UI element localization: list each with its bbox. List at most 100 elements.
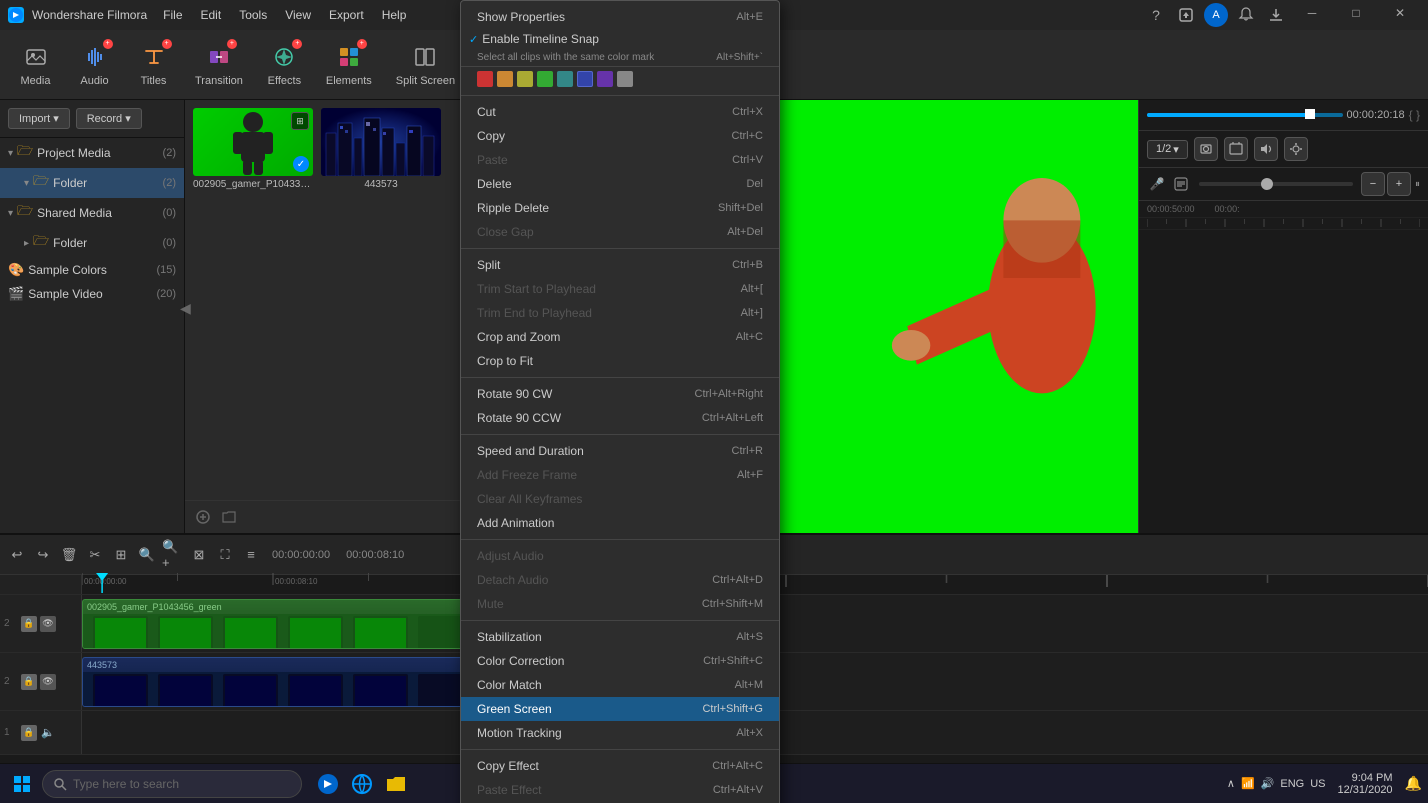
paste-shortcut: Ctrl+V	[732, 154, 763, 166]
rotate-cw-shortcut: Ctrl+Alt+Right	[695, 388, 763, 400]
clear-keyframes-label: Clear All Keyframes	[477, 492, 582, 506]
mute-label: Mute	[477, 597, 504, 611]
ctx-detach-audio: Detach Audio Ctrl+Alt+D	[461, 568, 779, 592]
ctx-color-correction[interactable]: Color Correction Ctrl+Shift+C	[461, 649, 779, 673]
motion-tracking-shortcut: Alt+X	[736, 727, 763, 739]
ctx-color-marks-row: Select all clips with the same color mar…	[461, 49, 779, 67]
rotate-ccw-shortcut: Ctrl+Alt+Left	[702, 412, 763, 424]
color-match-shortcut: Alt+M	[735, 679, 763, 691]
ctx-paste: Paste Ctrl+V	[461, 148, 779, 172]
trim-end-label: Trim End to Playhead	[477, 306, 592, 320]
swatch-orange[interactable]	[497, 71, 513, 87]
color-marks-label: Select all clips with the same color mar…	[477, 52, 654, 63]
copy-effect-label: Copy Effect	[477, 759, 539, 773]
ctx-paste-effect: Paste Effect Ctrl+Alt+V	[461, 778, 779, 802]
ctx-sep-2	[461, 248, 779, 249]
ctx-add-freeze: Add Freeze Frame Alt+F	[461, 463, 779, 487]
color-marks-shortcut: Alt+Shift+`	[716, 52, 763, 63]
color-swatches-row	[461, 67, 779, 91]
ripple-delete-label: Ripple Delete	[477, 201, 549, 215]
green-screen-shortcut: Ctrl+Shift+G	[702, 703, 763, 715]
ctx-enable-snap[interactable]: ✓ Enable Timeline Snap	[469, 32, 599, 46]
ripple-delete-shortcut: Shift+Del	[718, 202, 763, 214]
ctx-rotate-ccw[interactable]: Rotate 90 CCW Ctrl+Alt+Left	[461, 406, 779, 430]
paste-effect-label: Paste Effect	[477, 783, 541, 797]
ctx-adjust-audio: Adjust Audio	[461, 544, 779, 568]
snap-checkmark: ✓	[469, 33, 478, 46]
ctx-sep-4	[461, 434, 779, 435]
delete-label: Delete	[477, 177, 512, 191]
ctx-sep-3	[461, 377, 779, 378]
ctx-motion-tracking[interactable]: Motion Tracking Alt+X	[461, 721, 779, 745]
ctx-cut[interactable]: Cut Ctrl+X	[461, 100, 779, 124]
copy-shortcut: Ctrl+C	[732, 130, 763, 142]
ctx-delete[interactable]: Delete Del	[461, 172, 779, 196]
ctx-stabilization[interactable]: Stabilization Alt+S	[461, 625, 779, 649]
swatch-red[interactable]	[477, 71, 493, 87]
context-menu: Show Properties Alt+E ✓ Enable Timeline …	[460, 0, 780, 803]
ctx-add-animation[interactable]: Add Animation	[461, 511, 779, 535]
ctx-copy-effect[interactable]: Copy Effect Ctrl+Alt+C	[461, 754, 779, 778]
split-shortcut: Ctrl+B	[732, 259, 763, 271]
trim-end-shortcut: Alt+]	[741, 307, 763, 319]
add-freeze-shortcut: Alt+F	[737, 469, 763, 481]
ctx-sep-6	[461, 620, 779, 621]
detach-audio-label: Detach Audio	[477, 573, 548, 587]
delete-shortcut: Del	[746, 178, 763, 190]
close-gap-shortcut: Alt+Del	[727, 226, 763, 238]
color-correction-label: Color Correction	[477, 654, 564, 668]
adjust-audio-label: Adjust Audio	[477, 549, 544, 563]
swatch-gray[interactable]	[617, 71, 633, 87]
ctx-color-match[interactable]: Color Match Alt+M	[461, 673, 779, 697]
close-gap-label: Close Gap	[477, 225, 534, 239]
stabilization-label: Stabilization	[477, 630, 542, 644]
swatch-green[interactable]	[537, 71, 553, 87]
cut-shortcut: Ctrl+X	[732, 106, 763, 118]
mute-shortcut: Ctrl+Shift+M	[702, 598, 763, 610]
motion-tracking-label: Motion Tracking	[477, 726, 562, 740]
add-freeze-label: Add Freeze Frame	[477, 468, 577, 482]
crop-zoom-label: Crop and Zoom	[477, 330, 560, 344]
enable-snap-label: Enable Timeline Snap	[482, 32, 599, 46]
copy-effect-shortcut: Ctrl+Alt+C	[712, 760, 763, 772]
ctx-close-gap: Close Gap Alt+Del	[461, 220, 779, 244]
ctx-sep-5	[461, 539, 779, 540]
trim-start-label: Trim Start to Playhead	[477, 282, 596, 296]
ctx-trim-start: Trim Start to Playhead Alt+[	[461, 277, 779, 301]
ctx-rotate-cw[interactable]: Rotate 90 CW Ctrl+Alt+Right	[461, 382, 779, 406]
ctx-copy[interactable]: Copy Ctrl+C	[461, 124, 779, 148]
swatch-teal[interactable]	[557, 71, 573, 87]
ctx-green-screen[interactable]: Green Screen Ctrl+Shift+G	[461, 697, 779, 721]
crop-zoom-shortcut: Alt+C	[736, 331, 763, 343]
ctx-sep-1	[461, 95, 779, 96]
ctx-ripple-delete[interactable]: Ripple Delete Shift+Del	[461, 196, 779, 220]
show-properties-label: Show Properties	[477, 10, 565, 24]
ctx-show-properties[interactable]: Show Properties Alt+E	[461, 5, 779, 29]
ctx-crop-zoom[interactable]: Crop and Zoom Alt+C	[461, 325, 779, 349]
swatch-blue[interactable]	[577, 71, 593, 87]
ctx-crop-fit[interactable]: Crop to Fit	[461, 349, 779, 373]
ctx-timeline-snap-row: ✓ Enable Timeline Snap	[461, 29, 779, 49]
swatch-purple[interactable]	[597, 71, 613, 87]
ctx-mute: Mute Ctrl+Shift+M	[461, 592, 779, 616]
ctx-trim-end: Trim End to Playhead Alt+]	[461, 301, 779, 325]
ctx-sep-7	[461, 749, 779, 750]
context-menu-overlay[interactable]: Show Properties Alt+E ✓ Enable Timeline …	[0, 0, 1428, 803]
color-match-label: Color Match	[477, 678, 542, 692]
paste-effect-shortcut: Ctrl+Alt+V	[713, 784, 763, 796]
show-properties-shortcut: Alt+E	[736, 11, 763, 23]
stabilization-shortcut: Alt+S	[736, 631, 763, 643]
rotate-cw-label: Rotate 90 CW	[477, 387, 552, 401]
detach-audio-shortcut: Ctrl+Alt+D	[712, 574, 763, 586]
crop-fit-label: Crop to Fit	[477, 354, 533, 368]
green-screen-label: Green Screen	[477, 702, 552, 716]
ctx-speed-duration[interactable]: Speed and Duration Ctrl+R	[461, 439, 779, 463]
trim-start-shortcut: Alt+[	[741, 283, 763, 295]
paste-label: Paste	[477, 153, 508, 167]
color-correction-shortcut: Ctrl+Shift+C	[703, 655, 763, 667]
ctx-clear-keyframes: Clear All Keyframes	[461, 487, 779, 511]
copy-label: Copy	[477, 129, 505, 143]
ctx-split[interactable]: Split Ctrl+B	[461, 253, 779, 277]
swatch-yellow[interactable]	[517, 71, 533, 87]
speed-duration-label: Speed and Duration	[477, 444, 584, 458]
